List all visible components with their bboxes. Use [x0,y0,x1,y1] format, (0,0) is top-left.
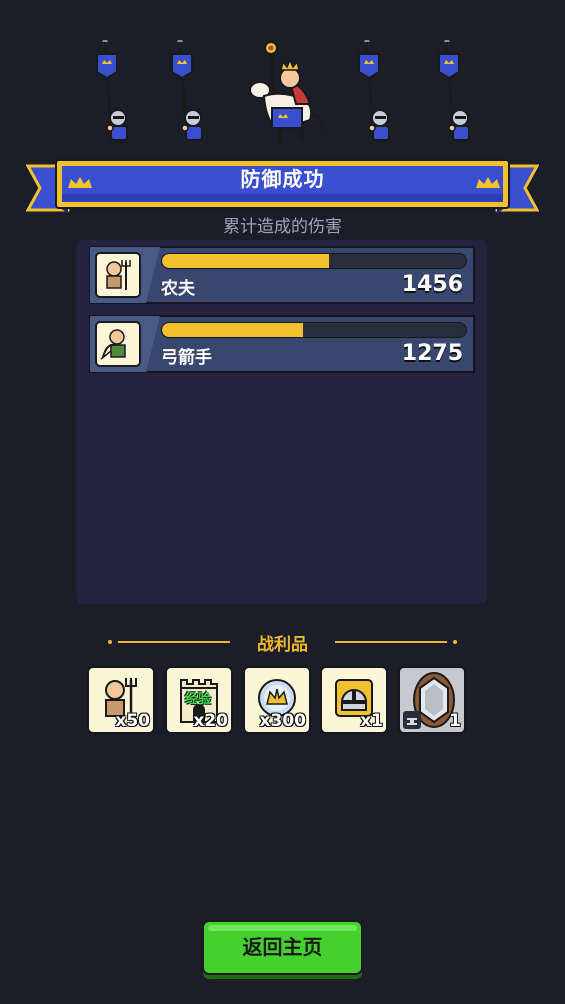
king-on-horse-icon [249,41,324,144]
damage-bar-fill [162,254,330,268]
banner-soldier-icon [96,40,128,141]
banner-soldier-icon [171,40,203,141]
loot-item-farmer[interactable]: x50 [87,666,155,734]
loot-item-crown-coin[interactable]: x300 [243,666,311,734]
unit-name: 弓箭手 [161,348,212,368]
damage-subtitle: 累计造成的伤害 [223,217,342,237]
damage-row: 农夫 1456 [89,246,475,304]
exp-tag: 经验 [185,692,212,707]
damage-value: 1456 [401,272,463,297]
loot-quantity: 1 [449,711,461,731]
damage-bar-fill [162,323,304,337]
loot-quantity: x20 [193,711,228,731]
page-title: 防御成功 [240,167,325,191]
banner-soldier-icon [438,40,470,141]
loot-quantity: x50 [115,711,150,731]
damage-bar [161,322,467,338]
loot-title: 战利品 [257,635,308,655]
banner-soldier-icon [358,40,390,141]
farmer-icon [95,252,141,298]
return-home-button[interactable]: 返回主页 [202,920,363,974]
loot-quantity: x1 [360,711,383,731]
anvil-badge-icon [403,711,421,729]
loot-item-helmet[interactable]: x1 [320,666,388,734]
loot-quantity: x300 [259,711,306,731]
damage-bar [161,253,467,269]
unit-name: 农夫 [161,279,195,299]
damage-value: 1275 [401,341,463,366]
archer-icon [95,321,141,367]
loot-item-exp-tower[interactable]: 经验 x20 [165,666,233,734]
loot-item-gem[interactable]: 1 [398,666,466,734]
damage-row: 弓箭手 1275 [89,315,475,373]
